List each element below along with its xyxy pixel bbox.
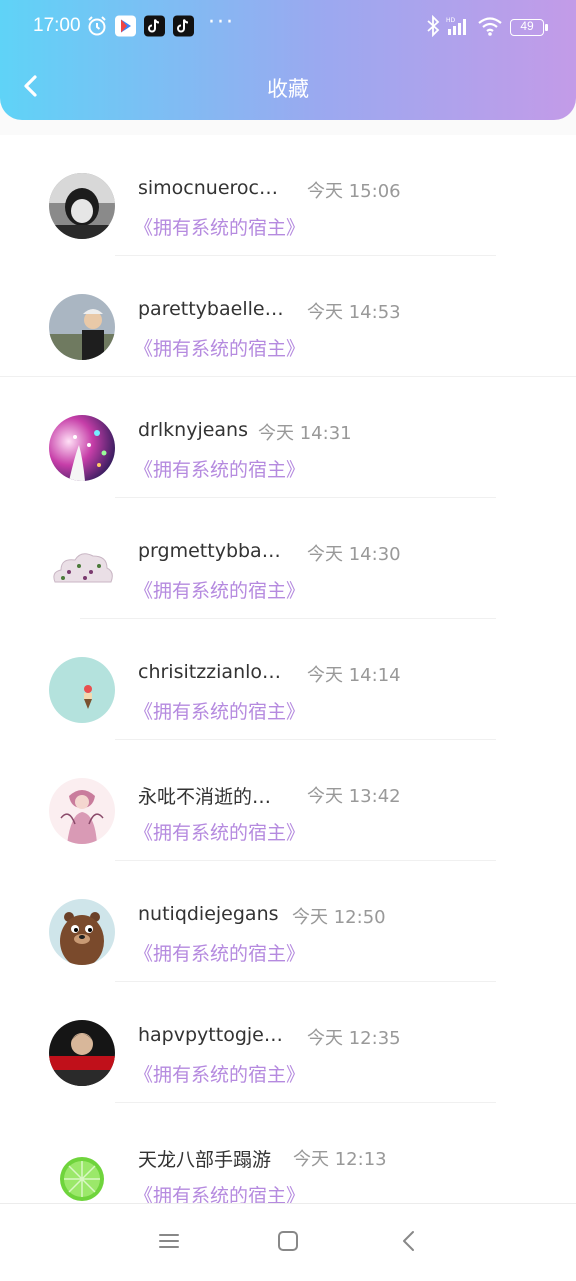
battery-level: 49 xyxy=(520,19,534,33)
list-item[interactable]: 永吡不消逝的… 今天 13:42 《拥有系统的宿主》 xyxy=(0,740,576,861)
book-title-link[interactable]: 《拥有系统的宿主》 xyxy=(134,455,305,482)
avatar[interactable] xyxy=(49,1020,115,1086)
more-notifications-icon: ··· xyxy=(208,10,235,35)
avatar[interactable] xyxy=(49,778,115,844)
system-navigation-bar xyxy=(0,1203,576,1281)
timestamp: 今天 14:31 xyxy=(258,423,352,444)
username: parettybaelle… xyxy=(138,298,284,320)
list-item[interactable]: chrisitzzianlo… 今天 14:14 《拥有系统的宿主》 xyxy=(0,619,576,740)
timestamp: 今天 14:30 xyxy=(307,544,401,565)
list-item[interactable]: parettybaelle… 今天 14:53 《拥有系统的宿主》 xyxy=(0,256,576,377)
list-item[interactable]: simocnueroc… 今天 15:06 《拥有系统的宿主》 xyxy=(0,135,576,256)
book-title-link[interactable]: 《拥有系统的宿主》 xyxy=(134,1181,305,1203)
alarm-icon xyxy=(88,16,106,36)
timestamp: 今天 12:50 xyxy=(292,907,386,928)
wifi-icon xyxy=(478,17,502,36)
svg-text:HD: HD xyxy=(446,17,456,24)
avatar[interactable] xyxy=(49,899,115,965)
app-header: 17:00 ··· HD 49 收藏 xyxy=(0,0,576,120)
timestamp: 今天 14:53 xyxy=(307,302,401,323)
username: chrisitzzianlo… xyxy=(138,661,282,683)
signal-icon: HD xyxy=(446,17,466,35)
home-icon[interactable] xyxy=(273,1226,303,1256)
battery-icon: 49 xyxy=(510,19,548,36)
book-title-link[interactable]: 《拥有系统的宿主》 xyxy=(134,213,305,240)
avatar[interactable] xyxy=(49,536,115,602)
username: 天龙八部手蹋游 xyxy=(138,1149,272,1171)
username: prgmettybba… xyxy=(138,540,281,562)
avatar[interactable] xyxy=(49,415,115,481)
book-title-link[interactable]: 《拥有系统的宿主》 xyxy=(134,939,305,966)
timestamp: 今天 15:06 xyxy=(307,181,401,202)
status-time: 17:00 xyxy=(33,15,81,36)
status-bar: 17:00 ··· HD 49 xyxy=(0,0,576,56)
timestamp: 今天 14:14 xyxy=(307,665,401,686)
list-item[interactable]: drlknyjeans 今天 14:31 《拥有系统的宿主》 xyxy=(0,377,576,498)
username: hapvpyttogje… xyxy=(138,1024,283,1046)
bluetooth-icon xyxy=(427,15,440,37)
back-icon[interactable] xyxy=(394,1226,424,1256)
timestamp: 今天 12:13 xyxy=(293,1149,387,1170)
favorites-list: simocnueroc… 今天 15:06 《拥有系统的宿主》 parettyb… xyxy=(0,135,576,1203)
book-title-link[interactable]: 《拥有系统的宿主》 xyxy=(134,334,305,361)
avatar[interactable] xyxy=(49,657,115,723)
list-item[interactable]: nutiqdiejegans 今天 12:50 《拥有系统的宿主》 xyxy=(0,861,576,982)
list-item[interactable]: prgmettybba… 今天 14:30 《拥有系统的宿主》 xyxy=(0,498,576,619)
book-title-link[interactable]: 《拥有系统的宿主》 xyxy=(134,697,305,724)
username: nutiqdiejegans xyxy=(138,903,279,925)
menu-icon[interactable] xyxy=(154,1226,184,1256)
username: 永吡不消逝的… xyxy=(138,786,272,808)
list-item[interactable]: 天龙八部手蹋游 今天 12:13 《拥有系统的宿主》 xyxy=(0,1103,576,1203)
timestamp: 今天 12:35 xyxy=(307,1028,401,1049)
list-item[interactable]: hapvpyttogje… 今天 12:35 《拥有系统的宿主》 xyxy=(0,982,576,1103)
tiktok-icon xyxy=(144,15,165,37)
book-title-link[interactable]: 《拥有系统的宿主》 xyxy=(134,818,305,845)
username: drlknyjeans xyxy=(138,419,248,441)
tiktok-icon xyxy=(173,15,194,37)
book-title-link[interactable]: 《拥有系统的宿主》 xyxy=(134,576,305,603)
page-title: 收藏 xyxy=(267,77,309,101)
username: simocnueroc… xyxy=(138,177,278,199)
avatar[interactable] xyxy=(49,294,115,360)
avatar[interactable] xyxy=(49,1141,115,1203)
timestamp: 今天 13:42 xyxy=(307,786,401,807)
play-store-icon xyxy=(115,15,136,37)
book-title-link[interactable]: 《拥有系统的宿主》 xyxy=(134,1060,305,1087)
avatar[interactable] xyxy=(49,173,115,239)
